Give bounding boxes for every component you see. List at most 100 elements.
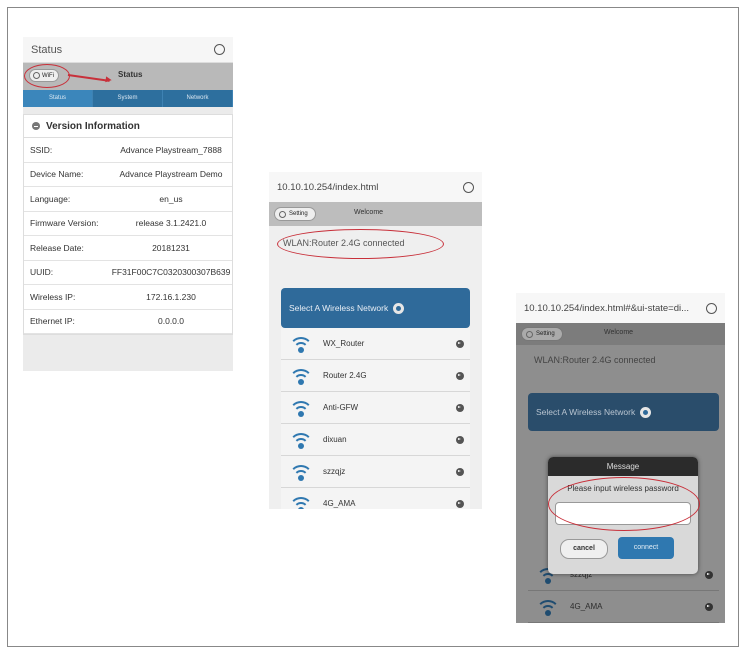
chevron-right-icon: [456, 435, 464, 444]
version-info-card: Version Information SSID: Advance Playstr…: [23, 114, 233, 335]
chevron-right-icon: [456, 371, 464, 380]
select-network-label: Select A Wireless Network: [289, 303, 389, 313]
reload-icon[interactable]: [463, 181, 474, 193]
tab-status[interactable]: Status: [23, 90, 93, 107]
highlight-arrow: [67, 74, 110, 82]
info-row: Release Date: 20181231: [24, 236, 232, 261]
wifi-signal-icon: [289, 464, 313, 481]
chevron-right-icon: [456, 403, 464, 412]
address-bar[interactable]: Status: [23, 37, 233, 63]
info-key: Release Date:: [30, 242, 84, 253]
connection-status: WLAN:Router 2.4G connected: [269, 226, 482, 262]
wifi-signal-icon: [289, 432, 313, 449]
chevron-right-icon: [456, 499, 464, 508]
chevron-right-icon: [705, 570, 713, 579]
info-value: en_us: [159, 193, 183, 204]
page-header: Setting Welcome: [269, 202, 482, 226]
info-row: Firmware Version: release 3.1.2421.0: [24, 212, 232, 236]
info-key: Language:: [30, 193, 71, 204]
info-key: Ethernet IP:: [30, 316, 75, 327]
wifi-signal-icon: [289, 368, 313, 385]
info-row: Language: en_us: [24, 187, 232, 212]
status-screen: Status WiFi Status Status System Network…: [23, 37, 233, 371]
address-text: 10.10.10.254/index.html#&ui-state=di...: [524, 302, 690, 314]
network-name: 4G_AMA: [323, 499, 356, 508]
info-value: FF31F00C7C0320300307B639: [111, 267, 231, 278]
wifi-signal-icon: [289, 336, 313, 353]
wifi-signal-icon: [289, 400, 313, 417]
info-value: Advance Playstream_7888: [120, 144, 222, 155]
network-item[interactable]: Router 2.4G: [281, 360, 470, 392]
select-network-header[interactable]: Select A Wireless Network: [281, 288, 470, 328]
address-text: Status: [31, 43, 63, 56]
network-name: 4G_AMA: [570, 602, 603, 611]
info-row: SSID: Advance Playstream_7888: [24, 138, 232, 163]
info-value: Advance Playstream Demo: [119, 169, 223, 180]
radio-icon: [526, 330, 533, 338]
info-key: Firmware Version:: [30, 218, 99, 229]
chevron-right-icon: [705, 602, 713, 611]
dialog-buttons: cancel connect: [560, 537, 674, 559]
info-row: Wireless IP: 172.16.1.230: [24, 285, 232, 310]
address-text: 10.10.10.254/index.html: [277, 181, 379, 193]
section-header[interactable]: Version Information: [24, 115, 232, 138]
select-network-header[interactable]: Select A Wireless Network: [528, 393, 719, 431]
address-bar[interactable]: 10.10.10.254/index.html: [269, 172, 482, 202]
setting-button-label: Setting: [536, 331, 555, 337]
highlight-circle: [277, 229, 444, 259]
info-value: 0.0.0.0: [158, 316, 184, 327]
page-title: Welcome: [604, 329, 634, 336]
chevron-right-icon: [456, 339, 464, 348]
highlight-circle: [548, 477, 700, 531]
info-value: release 3.1.2421.0: [135, 218, 207, 229]
info-row: Device Name: Advance Playstream Demo: [24, 163, 232, 187]
cancel-button[interactable]: cancel: [560, 539, 608, 559]
password-screen: 10.10.10.254/index.html#&ui-state=di... …: [516, 293, 725, 623]
info-row: Ethernet IP: 0.0.0.0: [24, 310, 232, 334]
setting-button[interactable]: Setting: [274, 207, 316, 221]
password-dialog: Message Please input wireless password c…: [548, 457, 700, 574]
highlight-circle: [24, 64, 70, 88]
info-key: SSID:: [30, 144, 53, 155]
network-name: Anti-GFW: [323, 403, 359, 412]
wifi-signal-icon: [536, 599, 560, 616]
info-key: Wireless IP:: [30, 291, 76, 302]
setting-button[interactable]: Setting: [521, 327, 563, 341]
reload-icon[interactable]: [706, 302, 717, 314]
network-name: szzqjz: [323, 467, 346, 476]
refresh-icon[interactable]: [640, 406, 652, 418]
refresh-icon[interactable]: [393, 302, 405, 314]
collapse-icon: [32, 122, 40, 130]
setting-button-label: Setting: [289, 211, 308, 217]
select-network-label: Select A Wireless Network: [536, 407, 636, 417]
address-bar[interactable]: 10.10.10.254/index.html#&ui-state=di...: [516, 293, 725, 323]
tab-system[interactable]: System: [93, 90, 163, 107]
info-key: UUID:: [30, 267, 54, 278]
dimmed-page: Setting Welcome WLAN:Router 2.4G connect…: [516, 323, 725, 623]
tab-network[interactable]: Network: [163, 90, 233, 107]
network-item[interactable]: Anti-GFW: [281, 392, 470, 424]
info-key: Device Name:: [30, 169, 84, 180]
page-title: Welcome: [354, 209, 384, 216]
network-name: dixuan: [323, 435, 347, 444]
reload-icon[interactable]: [214, 44, 225, 55]
tab-bar: Status System Network: [23, 90, 233, 107]
connect-button[interactable]: connect: [618, 537, 674, 559]
info-value: 172.16.1.230: [146, 291, 196, 302]
info-value: 20181231: [152, 242, 190, 253]
chevron-right-icon: [456, 467, 464, 476]
network-name: Router 2.4G: [323, 371, 367, 380]
info-row: UUID: FF31F00C7C0320300307B639: [24, 261, 232, 285]
network-screen: 10.10.10.254/index.html Setting Welcome …: [269, 172, 482, 509]
section-title: Version Information: [46, 120, 140, 132]
dialog-title: Message: [548, 457, 698, 476]
network-item[interactable]: 4G_AMA: [281, 488, 470, 509]
wifi-signal-icon: [289, 496, 313, 509]
network-item[interactable]: dixuan: [281, 424, 470, 456]
network-item[interactable]: WX_Router: [281, 328, 470, 360]
page-title: Status: [118, 70, 143, 79]
connection-status-text: WLAN:Router 2.4G connected: [534, 355, 656, 365]
radio-icon: [279, 210, 286, 218]
network-item[interactable]: 4G_AMA: [528, 591, 719, 623]
network-item[interactable]: szzqjz: [281, 456, 470, 488]
